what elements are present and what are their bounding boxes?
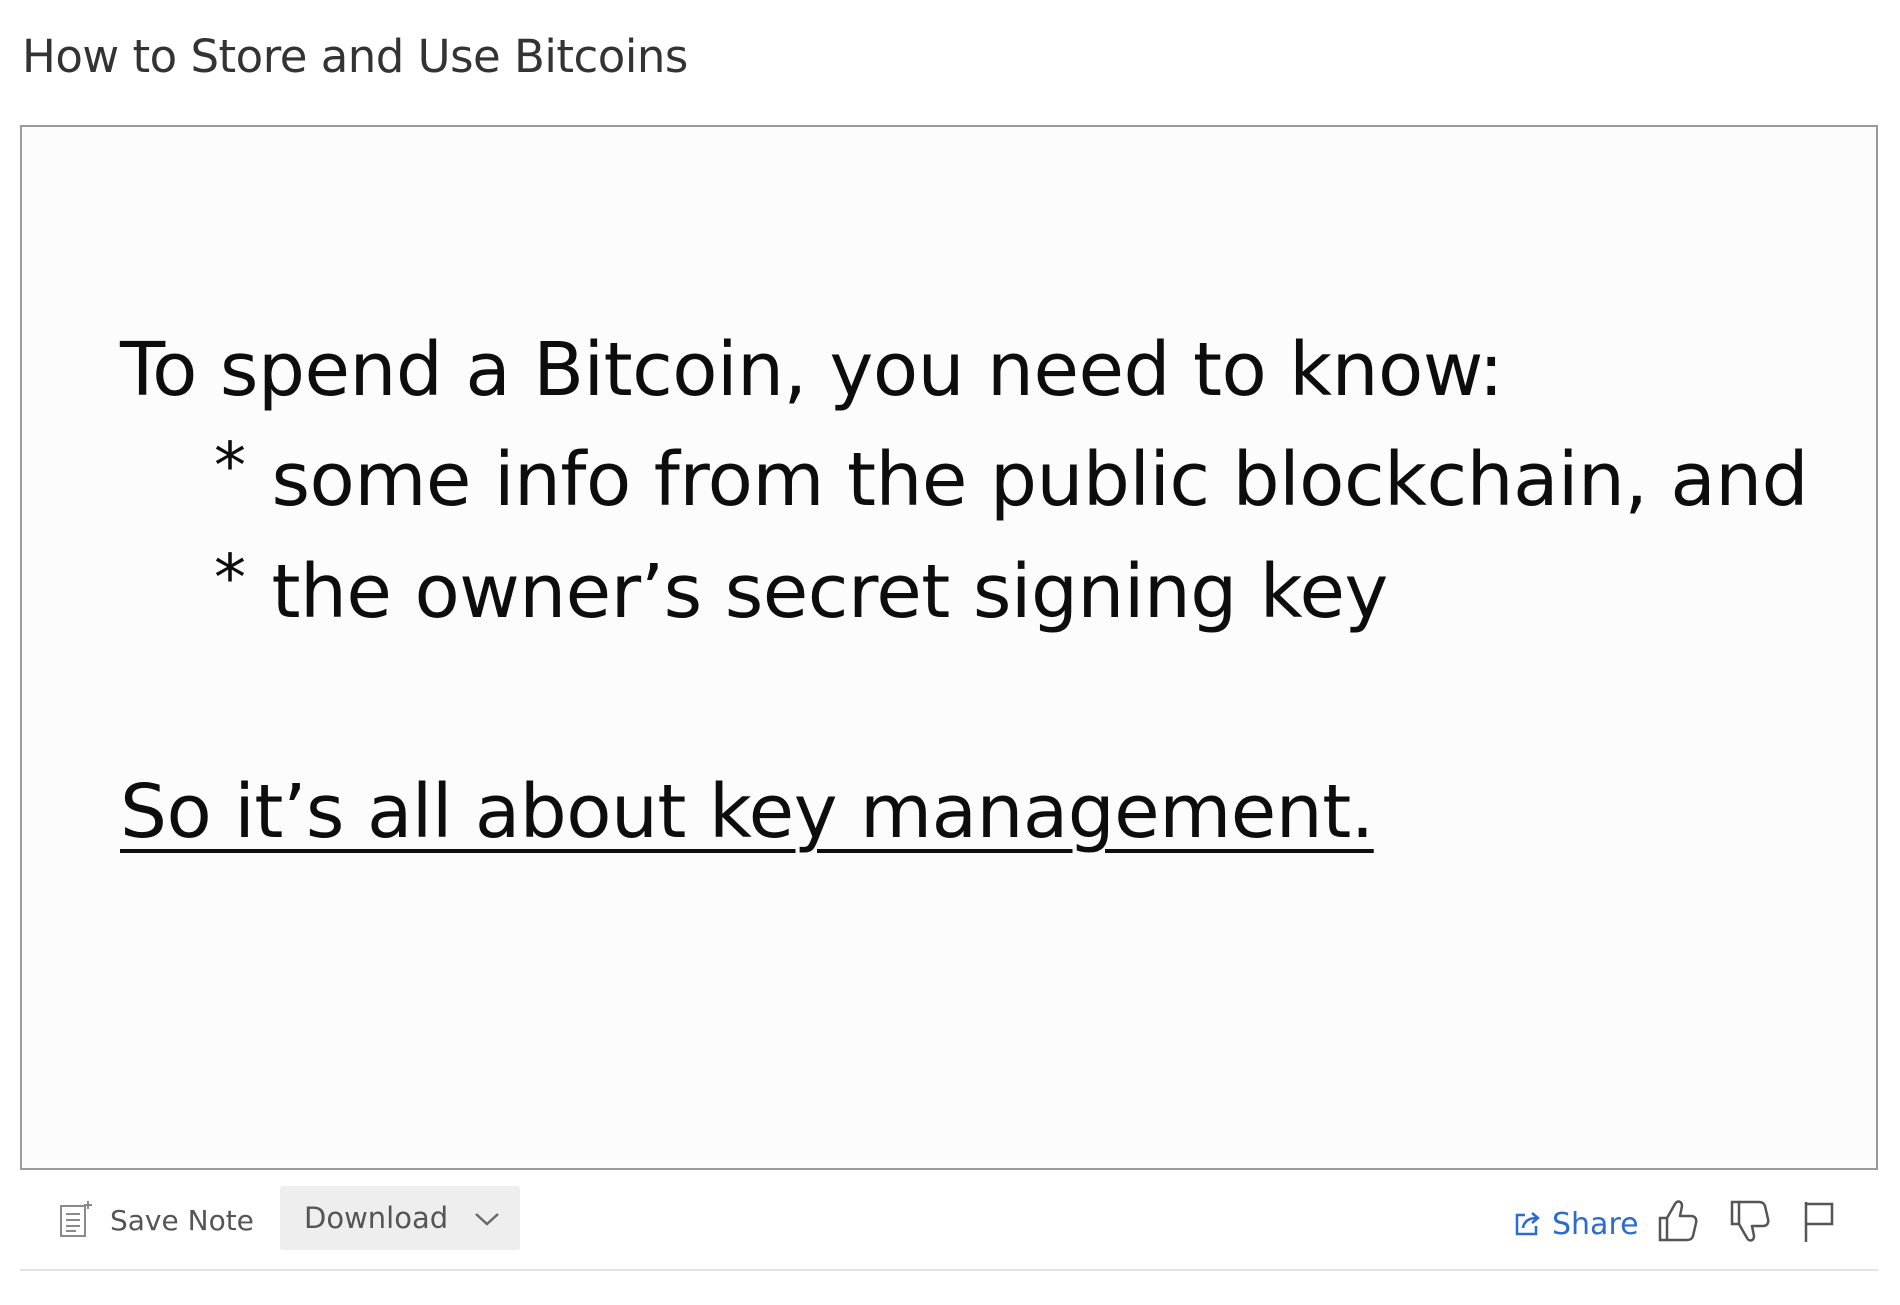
- page-title: How to Store and Use Bitcoins: [22, 30, 688, 83]
- like-button[interactable]: [1654, 1196, 1700, 1246]
- divider: [20, 1269, 1878, 1271]
- slide-bullet: * the owner’s secret signing key: [214, 547, 1388, 637]
- chevron-down-icon: [475, 1213, 499, 1226]
- flag-button[interactable]: [1796, 1196, 1842, 1246]
- thumbs-up-icon: [1658, 1200, 1698, 1242]
- bullet-marker: *: [214, 542, 246, 616]
- share-button[interactable]: Share: [1512, 1196, 1639, 1252]
- dislike-button[interactable]: [1726, 1196, 1772, 1246]
- thumbs-down-icon: [1730, 1200, 1770, 1242]
- video-toolbar: Save Note Download Share: [20, 1182, 1878, 1268]
- save-note-label: Save Note: [110, 1203, 254, 1237]
- flag-icon: [1804, 1202, 1834, 1242]
- slide-bullet: * some info from the public blockchain, a…: [214, 430, 1809, 525]
- slide-conclusion: So it’s all about key management.: [120, 769, 1374, 855]
- share-icon: [1515, 1212, 1540, 1236]
- save-note-button[interactable]: Save Note: [58, 1194, 254, 1246]
- share-label: Share: [1552, 1206, 1639, 1242]
- download-dropdown[interactable]: Download: [280, 1186, 520, 1250]
- note-icon: [60, 1201, 92, 1237]
- lecture-slide: To spend a Bitcoin, you need to know: * s…: [20, 125, 1878, 1170]
- slide-bullet-text: the owner’s secret signing key: [271, 549, 1389, 635]
- slide-bullet-text: some info from the public blockchain, an…: [271, 437, 1809, 523]
- bullet-marker: *: [214, 430, 246, 504]
- slide-heading: To spend a Bitcoin, you need to know:: [120, 327, 1504, 413]
- download-label: Download: [304, 1201, 449, 1235]
